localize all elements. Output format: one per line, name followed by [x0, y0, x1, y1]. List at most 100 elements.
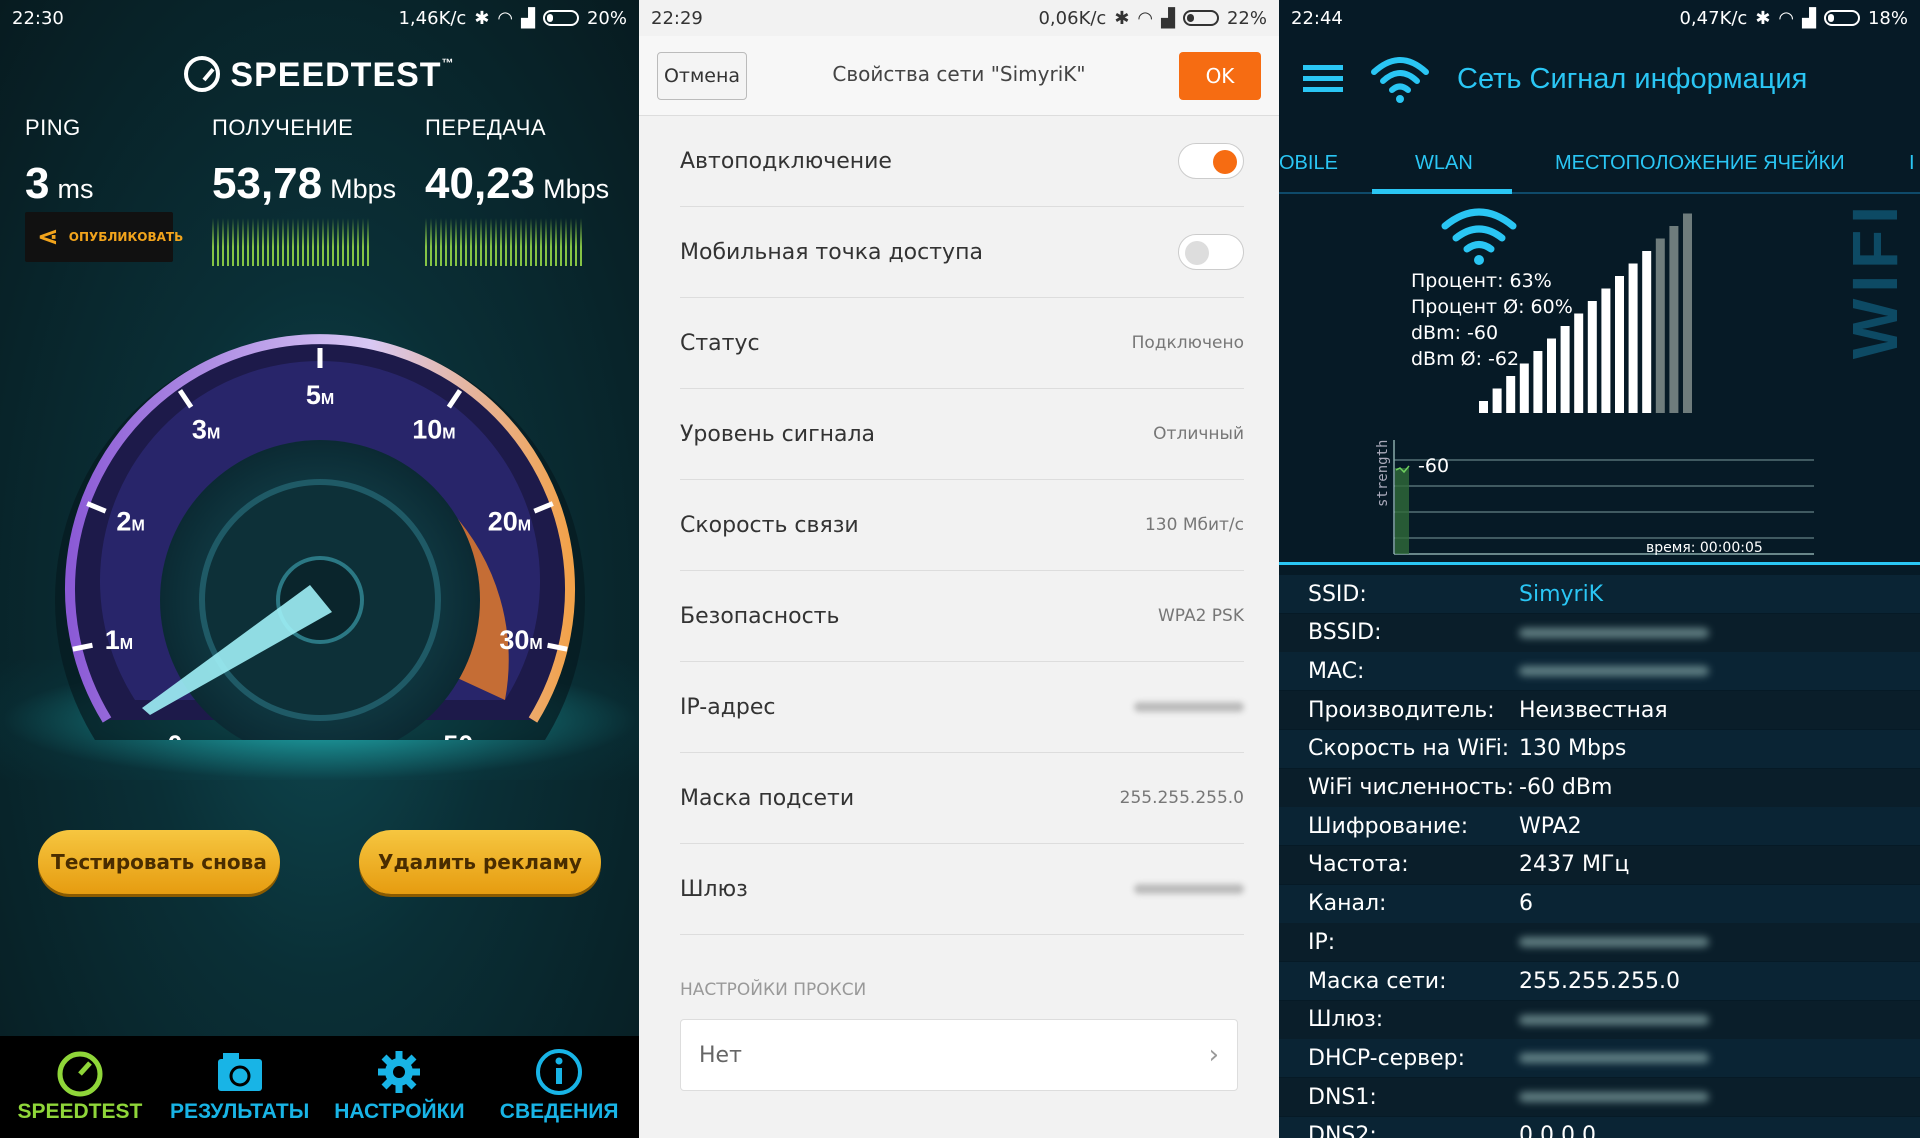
detail-value: 0.0.0.0: [1519, 1123, 1596, 1138]
redacted-value: [1519, 1014, 1709, 1025]
trademark-sign: ™: [441, 56, 455, 70]
detail-row: BSSID:: [1279, 614, 1920, 652]
detail-row: DNS1:: [1279, 1078, 1920, 1116]
gauge-tick-unit: M: [207, 426, 220, 443]
tab-next[interactable]: I: [1909, 152, 1915, 175]
property-label: Шлюз: [680, 876, 748, 902]
detail-row: Шифрование: WPA2: [1279, 807, 1920, 846]
signal-stats: Процент: 63% Процент Ø: 60% dBm: -60 dBm…: [1411, 268, 1573, 372]
property-label: Уровень сигнала: [680, 421, 876, 447]
detail-label: DNS2:: [1308, 1123, 1377, 1138]
strength-history-chart: strength -60 время: 00:00:05: [1375, 440, 1814, 556]
remove-ads-button[interactable]: Удалить рекламу: [359, 830, 601, 894]
detail-label: Шлюз:: [1308, 1007, 1384, 1033]
detail-label: Производитель:: [1308, 697, 1495, 723]
battery-level: 22%: [1226, 7, 1267, 29]
battery-icon: [1823, 10, 1860, 26]
redacted-value: [1134, 884, 1244, 894]
active-tab-indicator: [1372, 189, 1512, 194]
signal-bar: [1479, 401, 1488, 413]
bluetooth-icon: ✱: [1114, 7, 1130, 29]
tab-cell-location[interactable]: МЕСТОПОЛОЖЕНИЕ ЯЧЕЙКИ: [1555, 152, 1845, 175]
tab-info[interactable]: СВЕДЕНИЯ: [479, 1036, 639, 1138]
bottom-tab-bar: SPEEDTEST РЕЗУЛЬТАТЫ НАСТРОЙКИ СВЕДЕНИЯ: [0, 1036, 639, 1138]
detail-row: MAC:: [1279, 652, 1920, 691]
signal-info-screen: 22:44 0,47K/c ✱ ◠ ▟ 18% Сеть Сигнал инфо…: [1279, 0, 1920, 1138]
toggle-switch[interactable]: [1178, 234, 1244, 270]
ping-metric: PING 3 ms: [25, 115, 93, 209]
gauge-tick-unit: M: [518, 518, 531, 535]
redacted-value: [1519, 666, 1709, 677]
gauge-tick-unit: M: [120, 636, 133, 653]
property-value: 255.255.255.0: [1119, 788, 1244, 808]
property-label: Безопасность: [680, 603, 840, 629]
status-bar: 22:44 0,47K/c ✱ ◠ ▟ 18%: [1279, 0, 1920, 36]
gauge-tick-unit: M: [529, 636, 542, 653]
wifi-logo-icon: [1371, 57, 1429, 103]
tab-speedtest[interactable]: SPEEDTEST: [0, 1036, 160, 1138]
signal-bar: [1574, 313, 1584, 413]
signal-bar: [1492, 388, 1502, 413]
detail-label: BSSID:: [1308, 620, 1382, 646]
redacted-value: [1519, 1092, 1709, 1103]
redacted-value: [1519, 1053, 1709, 1064]
bluetooth-icon: ✱: [1755, 7, 1771, 29]
detail-label: Частота:: [1308, 852, 1409, 878]
redacted-value: [1519, 937, 1709, 948]
chevron-right-icon: ›: [1208, 1040, 1219, 1070]
toggle-switch[interactable]: [1178, 143, 1244, 179]
tab-wlan[interactable]: WLAN: [1415, 152, 1473, 175]
status-time: 22:29: [651, 7, 703, 29]
detail-row: IP:: [1279, 923, 1920, 961]
signal-bar: [1506, 376, 1516, 413]
battery-icon: [1182, 10, 1219, 26]
detail-label: WiFi численность:: [1308, 775, 1515, 800]
signal-bar: [1615, 276, 1624, 413]
retest-button[interactable]: Тестировать снова: [38, 830, 280, 894]
gauge-tick-unit: M: [442, 426, 455, 443]
publish-button[interactable]: ⋖ ОПУБЛИКОВАТЬ: [25, 212, 183, 262]
detail-label: SSID:: [1308, 581, 1367, 607]
speedometer-icon: [184, 56, 221, 92]
proxy-select[interactable]: Нет ›: [680, 1019, 1238, 1091]
wifi-icon: ◠: [1137, 7, 1154, 29]
download-unit: Mbps: [330, 174, 397, 204]
tab-settings-label: НАСТРОЙКИ: [334, 1100, 465, 1123]
gauge-tick-number: 5: [306, 380, 321, 410]
upload-value: 40,23: [425, 159, 536, 208]
property-row[interactable]: Автоподключение: [680, 116, 1244, 207]
tab-strip: OBILE WLAN МЕСТОПОЛОЖЕНИЕ ЯЧЕЙКИ I: [1279, 132, 1920, 194]
detail-row: Канал: 6: [1279, 884, 1920, 923]
property-row: Уровень сигнала Отличный: [680, 389, 1244, 480]
gauge-tick-number: 30: [499, 625, 529, 655]
ok-button[interactable]: OK: [1179, 52, 1261, 100]
ping-label: PING: [25, 115, 81, 140]
signal-bar: [1587, 301, 1597, 413]
property-row[interactable]: Мобильная точка доступа: [680, 207, 1244, 298]
detail-row: Производитель: Неизвестная: [1279, 691, 1920, 729]
dialog-header: Отмена Свойства сети "SimyriK" OK: [639, 36, 1279, 116]
status-time: 22:30: [12, 7, 64, 29]
cell-signal-icon: ▟: [521, 7, 535, 29]
tab-mobile[interactable]: OBILE: [1279, 152, 1338, 175]
tab-settings[interactable]: НАСТРОЙКИ: [320, 1036, 480, 1138]
signal-dbm: dBm: -60: [1411, 322, 1499, 344]
folder-icon: [217, 1053, 262, 1091]
download-sparkline: [212, 218, 372, 266]
property-value: Отличный: [1153, 424, 1244, 444]
app-title: Сеть Сигнал информация: [1457, 62, 1808, 95]
upload-label: ПЕРЕДАЧА: [425, 115, 547, 140]
tab-speedtest-label: SPEEDTEST: [17, 1100, 143, 1123]
menu-icon[interactable]: [1303, 63, 1343, 95]
status-time: 22:44: [1291, 7, 1343, 29]
detail-label: Шифрование:: [1308, 813, 1469, 839]
battery-icon: [542, 10, 579, 26]
tab-info-label: СВЕДЕНИЯ: [499, 1100, 619, 1123]
gear-icon: [378, 1051, 421, 1093]
detail-label: DHCP-сервер:: [1308, 1045, 1466, 1071]
signal-bar: [1655, 238, 1665, 413]
tab-results[interactable]: РЕЗУЛЬТАТЫ: [160, 1036, 320, 1138]
battery-level: 18%: [1867, 7, 1908, 29]
speedtest-screen: 22:30 1,46K/c ✱ ◠ ▟ 20% SPEEDTEST™ PING …: [0, 0, 639, 1138]
signal-bar: [1628, 263, 1638, 413]
